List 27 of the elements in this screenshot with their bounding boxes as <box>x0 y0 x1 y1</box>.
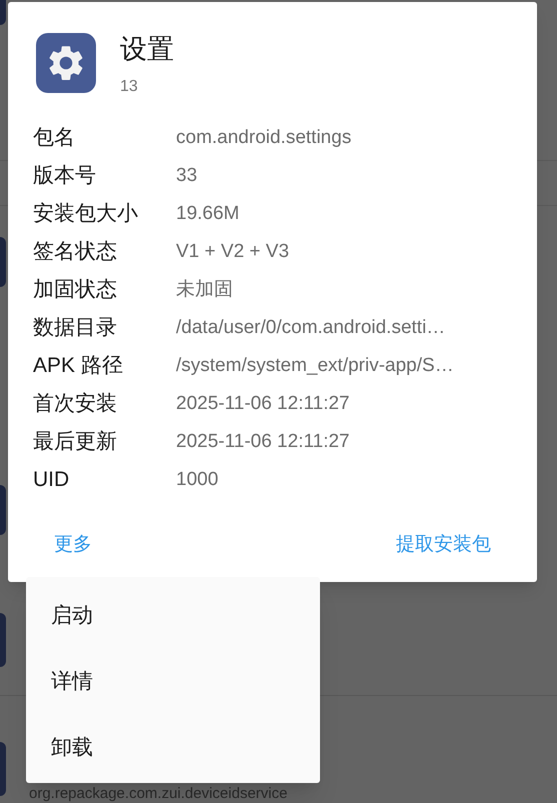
field-value: 未加固 <box>176 278 233 302</box>
menu-item[interactable]: 启动 <box>26 583 320 649</box>
field-label: 安装包大小 <box>33 201 139 228</box>
app-title: 设置 <box>120 33 174 66</box>
field-value: 2025-11-06 12:11:27 <box>176 430 350 454</box>
field-value: /data/user/0/com.android.setti… <box>176 316 446 340</box>
menu-item[interactable]: 详情 <box>26 649 320 715</box>
field-label: 版本号 <box>33 163 97 190</box>
field-value: 1000 <box>176 468 218 492</box>
field-label: 签名状态 <box>33 239 118 266</box>
app-version: 13 <box>120 77 139 97</box>
field-value: V1 + V2 + V3 <box>176 240 290 264</box>
field-value: 2025-11-06 12:11:27 <box>176 392 350 416</box>
field-value: 19.66M <box>176 202 240 226</box>
field-value: 33 <box>176 164 198 188</box>
field-label: UID <box>33 467 70 494</box>
field-label: 包名 <box>33 125 76 152</box>
package-name: org.repackage.com.zui.deviceidservice <box>29 785 288 802</box>
settings-icon <box>36 33 96 93</box>
field-label: 首次安装 <box>33 391 118 418</box>
field-label: 最后更新 <box>33 429 118 456</box>
menu-item[interactable]: 卸载 <box>26 715 320 781</box>
field-label: 加固状态 <box>33 277 118 304</box>
field-value: /system/system_ext/priv-app/S… <box>176 354 454 378</box>
field-value: com.android.settings <box>176 126 352 150</box>
field-label: 数据目录 <box>33 315 118 342</box>
field-label: APK 路径 <box>33 353 124 380</box>
